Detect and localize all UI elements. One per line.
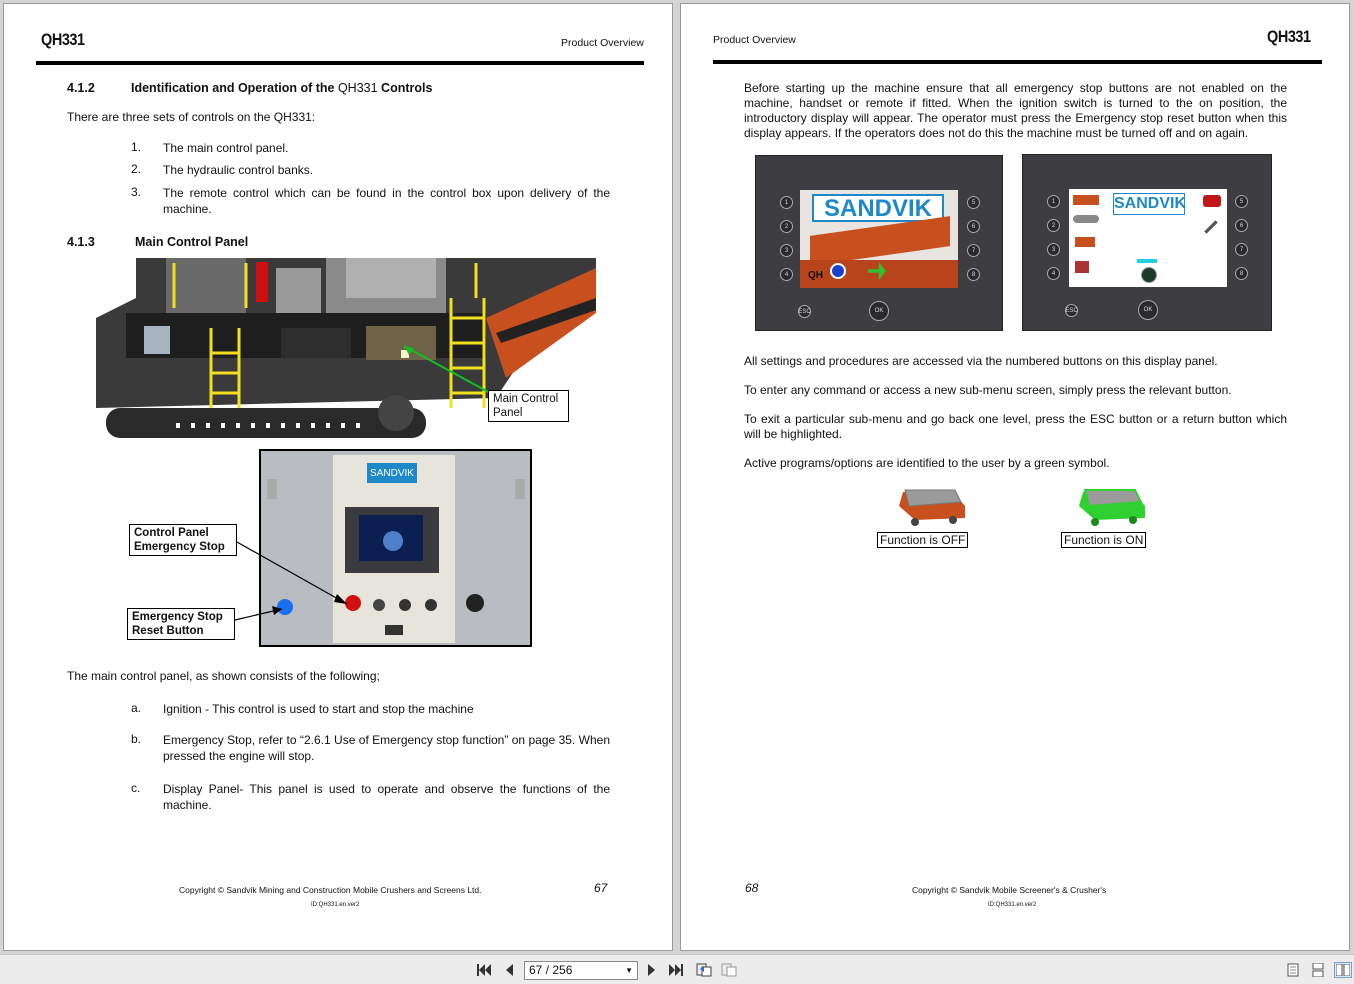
function-on-icon — [1079, 489, 1145, 526]
display-button-7: 7 — [967, 244, 980, 257]
list-item-number: b. — [131, 732, 142, 746]
display-ok-button: OK — [869, 301, 889, 321]
go-forward-view-icon[interactable] — [720, 962, 738, 978]
header-section-title: Product Overview — [713, 34, 796, 46]
display-brand-logo: SANDVIK — [812, 194, 944, 222]
display-ok-button: OK — [1138, 300, 1158, 320]
footer-copyright: Copyright © Sandvik Mobile Screener's & … — [912, 885, 1107, 895]
menu-track-icon — [1073, 215, 1099, 223]
display-button-1: 1 — [1047, 195, 1060, 208]
display-esc-button: ESC — [1065, 304, 1078, 317]
display-brand-logo: SANDVIK — [1113, 193, 1186, 215]
display-screen: SANDVIK — [1069, 189, 1227, 287]
display-button-6: 6 — [967, 220, 980, 233]
startup-paragraph: Before starting up the machine ensure th… — [744, 81, 1287, 140]
go-back-view-icon[interactable] — [695, 962, 713, 978]
header-logo: QH331 — [1267, 27, 1311, 46]
display-button-2: 2 — [780, 220, 793, 233]
display-button-8: 8 — [1235, 267, 1248, 280]
display-button-8: 8 — [967, 268, 980, 281]
display-button-5: 5 — [967, 196, 980, 209]
display-esc-button: ESC — [798, 305, 811, 318]
pdf-page-right: Product Overview QH331 Before starting u… — [680, 3, 1350, 951]
footer-copyright: Copyright © Sandvik Mining and Construct… — [179, 885, 482, 895]
previous-page-icon[interactable] — [501, 962, 517, 978]
menu-status-bar — [1137, 259, 1157, 263]
list-item-text: Ignition - This control is used to start… — [163, 702, 474, 716]
menu-gauge-icon — [1075, 261, 1089, 273]
header-rule — [713, 60, 1322, 64]
two-page-view-icon[interactable] — [1334, 962, 1352, 978]
exit-submenu-paragraph: To exit a particular sub-menu and go bac… — [744, 412, 1287, 441]
consists-paragraph: The main control panel, as shown consist… — [67, 669, 380, 683]
display-intro-screen: SANDVIK QH 1 2 3 4 5 6 7 8 ESC OK — [755, 155, 1003, 331]
display-menu-screen: SANDVIK 1 2 3 4 5 6 7 8 ESC OK — [1022, 154, 1272, 331]
menu-crusher-icon — [1073, 195, 1099, 205]
function-on-label: Function is ON — [1061, 532, 1147, 548]
settings-paragraph: All settings and procedures are accessed… — [744, 354, 1218, 368]
display-button-6: 6 — [1235, 219, 1248, 232]
display-button-4: 4 — [780, 268, 793, 281]
next-page-icon[interactable] — [644, 962, 660, 978]
page-number: 68 — [745, 881, 759, 895]
menu-tools-icon — [1200, 216, 1223, 239]
active-programs-paragraph: Active programs/options are identified t… — [744, 456, 1110, 470]
display-button-5: 5 — [1235, 195, 1248, 208]
display-button-7: 7 — [1235, 243, 1248, 256]
viewer-toolbar: 67 / 256 ▼ — [0, 954, 1354, 984]
callout-control-panel-estop: Control Panel Emergency Stop — [129, 524, 237, 556]
function-off-icon — [899, 489, 965, 526]
menu-power-icon — [1141, 267, 1157, 283]
menu-conveyor-icon — [1075, 237, 1095, 247]
display-button-3: 3 — [780, 244, 793, 257]
page-number: 67 — [594, 881, 608, 895]
continuous-view-icon[interactable] — [1310, 962, 1326, 978]
display-button-3: 3 — [1047, 243, 1060, 256]
list-item-text: Display Panel- This panel is used to ope… — [163, 782, 610, 812]
display-button-2: 2 — [1047, 219, 1060, 232]
display-button-4: 4 — [1047, 267, 1060, 280]
list-item-number: c. — [131, 781, 141, 795]
display-qh-text: QH — [808, 270, 823, 281]
last-page-icon[interactable] — [668, 962, 684, 978]
callout-estop-reset: Emergency Stop Reset Button — [127, 608, 235, 640]
chevron-down-icon[interactable]: ▼ — [625, 962, 633, 979]
enter-command-paragraph: To enter any command or access a new sub… — [744, 383, 1232, 397]
single-page-view-icon[interactable] — [1285, 962, 1301, 978]
page-number-value: 67 / 256 — [529, 963, 573, 977]
display-button-1: 1 — [780, 196, 793, 209]
list-item-number: a. — [131, 701, 142, 715]
display-screen: SANDVIK QH — [800, 190, 958, 288]
first-page-icon[interactable] — [476, 962, 492, 978]
display-machine-graphic — [810, 216, 950, 266]
footer-doc-id: ID:QH331.en.ver2 — [311, 902, 360, 908]
list-item-text: Emergency Stop, refer to “2.6.1 Use of E… — [163, 733, 610, 763]
menu-engine-icon — [1203, 195, 1221, 207]
footer-doc-id: ID:QH331.en.ver2 — [988, 902, 1037, 908]
page-number-field[interactable]: 67 / 256 ▼ — [524, 961, 638, 980]
function-off-label: Function is OFF — [877, 532, 969, 548]
reset-indicator-icon — [830, 263, 846, 279]
pdf-page-left: QH331 Product Overview 4.1.2 Identificat… — [3, 3, 673, 951]
